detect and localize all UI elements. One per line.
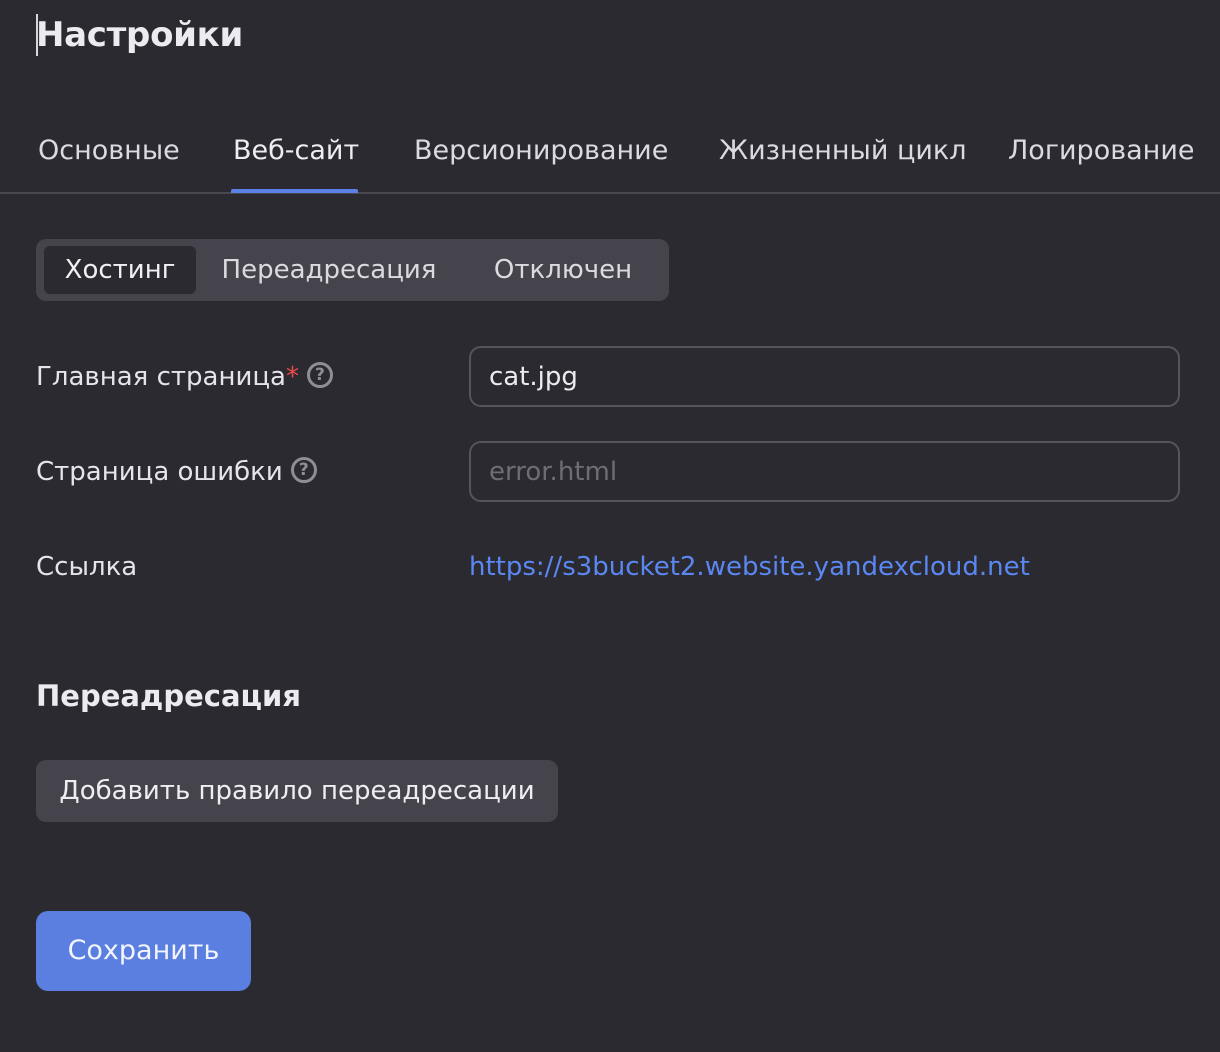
- website-url-link[interactable]: https://s3bucket2.website.yandexcloud.ne…: [469, 550, 1030, 584]
- website-mode-switch: Хостинг Переадресация Отключен: [36, 239, 669, 301]
- error-page-label: Страница ошибки?: [36, 455, 317, 489]
- redirect-section-heading: Переадресация: [36, 679, 301, 713]
- settings-tabs: Основные Веб-сайт Версионирование Жизнен…: [0, 118, 1220, 194]
- tab-lifecycle[interactable]: Жизненный цикл: [719, 118, 967, 192]
- page-title: Настройки: [36, 15, 243, 55]
- tab-website[interactable]: Веб-сайт: [233, 118, 359, 192]
- main-page-label: Главная страница*?: [36, 360, 333, 394]
- tab-general[interactable]: Основные: [38, 118, 180, 192]
- active-tab-indicator: [231, 189, 358, 193]
- mode-option-redirect[interactable]: Переадресация: [216, 246, 442, 294]
- question-circle-icon[interactable]: ?: [306, 361, 333, 388]
- main-page-label-text: Главная страница: [36, 362, 286, 392]
- tab-versioning[interactable]: Версионирование: [414, 118, 668, 192]
- main-page-input[interactable]: [469, 346, 1180, 407]
- error-page-input[interactable]: [469, 441, 1180, 502]
- add-redirect-rule-button[interactable]: Добавить правило переадресации: [36, 760, 558, 822]
- save-button[interactable]: Сохранить: [36, 911, 251, 991]
- tab-logging[interactable]: Логирование: [1008, 118, 1194, 192]
- link-label: Ссылка: [36, 552, 138, 582]
- error-page-label-text: Страница ошибки: [36, 457, 283, 487]
- question-circle-icon[interactable]: ?: [290, 456, 317, 483]
- mode-option-hosting[interactable]: Хостинг: [44, 246, 196, 294]
- mode-option-disabled[interactable]: Отключен: [488, 246, 638, 294]
- required-asterisk: *: [285, 362, 299, 392]
